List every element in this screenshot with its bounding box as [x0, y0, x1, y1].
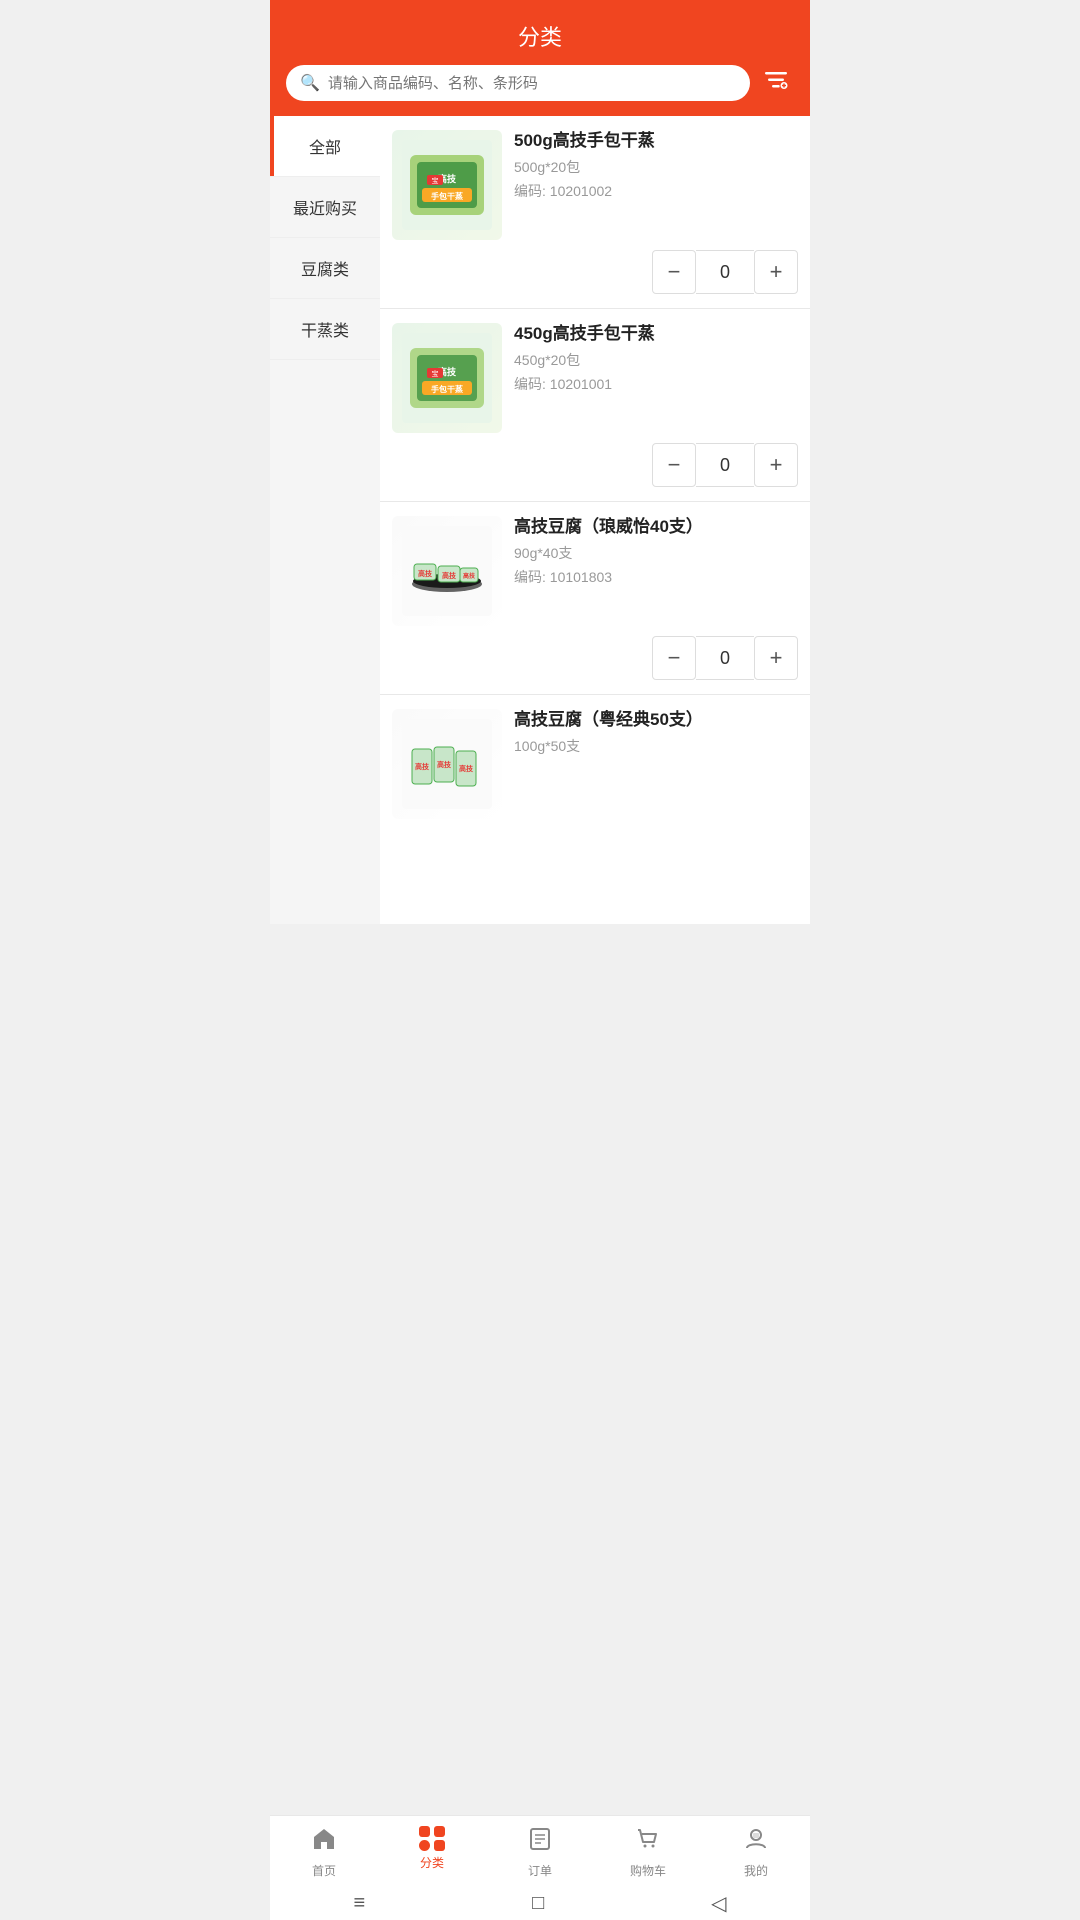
sidebar-item-recent[interactable]: 最近购买: [270, 177, 380, 238]
bottom-area: 首页 分类 订单: [270, 1815, 810, 1920]
qty-plus-button[interactable]: +: [754, 636, 798, 680]
filter-icon: [762, 66, 790, 94]
svg-text:宝: 宝: [432, 369, 439, 378]
nav-label-order: 订单: [528, 1862, 552, 1879]
product-name: 高技豆腐（琅威怡40支）: [514, 516, 798, 538]
qty-row: − 0 +: [392, 250, 798, 294]
filter-button[interactable]: [758, 62, 794, 104]
search-bar: 🔍: [286, 62, 794, 104]
product-image: 高技 手包干蒸 宝: [392, 130, 502, 240]
bottom-nav: 首页 分类 订单: [270, 1815, 810, 1885]
svg-text:高技: 高技: [418, 569, 433, 578]
category-icon: [419, 1826, 445, 1851]
nav-label-category: 分类: [420, 1854, 444, 1871]
product-item: 高技 手包干蒸 宝 500g高技手包干蒸 500g*20包 编码: 102010…: [380, 116, 810, 309]
product-image: 高技 手包干蒸 宝: [392, 323, 502, 433]
product-image: 高技 高技 高技: [392, 709, 502, 819]
product-code: 编码: 10201001: [514, 374, 798, 394]
system-back-button[interactable]: ◁: [711, 1891, 726, 1916]
sidebar-item-all[interactable]: 全部: [270, 116, 380, 177]
product-item: 高技 高技 高技 高技豆腐（琅威怡40支） 90g*40支 编码: 101018…: [380, 502, 810, 695]
svg-text:手包干蒸: 手包干蒸: [431, 191, 463, 201]
svg-text:高技: 高技: [442, 571, 457, 580]
qty-minus-button[interactable]: −: [652, 250, 696, 294]
qty-plus-button[interactable]: +: [754, 443, 798, 487]
nav-item-category[interactable]: 分类: [378, 1816, 486, 1885]
qty-row: − 0 +: [392, 636, 798, 680]
svg-text:宝: 宝: [432, 176, 439, 185]
qty-minus-button[interactable]: −: [652, 443, 696, 487]
product-image: 高技 高技 高技: [392, 516, 502, 626]
system-home-button[interactable]: □: [532, 1892, 544, 1915]
svg-text:高技: 高技: [415, 762, 430, 771]
search-input-wrap[interactable]: 🔍: [286, 65, 750, 101]
qty-row: − 0 +: [392, 443, 798, 487]
qty-plus-button[interactable]: +: [754, 250, 798, 294]
nav-item-order[interactable]: 订单: [486, 1816, 594, 1885]
product-list: 高技 手包干蒸 宝 500g高技手包干蒸 500g*20包 编码: 102010…: [380, 116, 810, 924]
product-spec: 500g*20包: [514, 157, 798, 177]
search-icon: 🔍: [300, 73, 320, 93]
svg-text:高技: 高技: [437, 760, 452, 769]
product-name: 高技豆腐（粤经典50支）: [514, 709, 798, 731]
product-item: 高技 手包干蒸 宝 450g高技手包干蒸 450g*20包 编码: 102010…: [380, 309, 810, 502]
nav-label-home: 首页: [312, 1862, 336, 1879]
sidebar-item-dry-steam[interactable]: 干蒸类: [270, 299, 380, 360]
product-item: 高技 高技 高技 高技豆腐（粤经典50支） 100g*50支: [380, 695, 810, 843]
svg-text:高技: 高技: [463, 572, 476, 580]
cart-icon: [635, 1826, 661, 1859]
mine-icon: [743, 1826, 769, 1859]
sidebar-item-tofu[interactable]: 豆腐类: [270, 238, 380, 299]
product-spec: 90g*40支: [514, 543, 798, 563]
search-input[interactable]: [328, 75, 736, 92]
system-nav: ≡ □ ◁: [270, 1885, 810, 1920]
system-menu-button[interactable]: ≡: [353, 1892, 365, 1915]
product-spec: 450g*20包: [514, 350, 798, 370]
product-name: 450g高技手包干蒸: [514, 323, 798, 345]
product-code: 编码: 10101803: [514, 567, 798, 587]
home-icon: [311, 1826, 337, 1859]
nav-item-cart[interactable]: 购物车: [594, 1816, 702, 1885]
nav-item-mine[interactable]: 我的: [702, 1816, 810, 1885]
order-icon: [527, 1826, 553, 1859]
nav-item-home[interactable]: 首页: [270, 1816, 378, 1885]
body-layout: 全部 最近购买 豆腐类 干蒸类: [270, 116, 810, 924]
qty-value: 0: [696, 636, 754, 680]
header: 分类 🔍: [270, 0, 810, 116]
product-spec: 100g*50支: [514, 736, 798, 756]
page-title: 分类: [286, 20, 794, 52]
qty-value: 0: [696, 443, 754, 487]
product-code: 编码: 10201002: [514, 181, 798, 201]
svg-text:手包干蒸: 手包干蒸: [431, 384, 463, 394]
nav-label-mine: 我的: [744, 1862, 768, 1879]
sidebar: 全部 最近购买 豆腐类 干蒸类: [270, 116, 380, 924]
nav-label-cart: 购物车: [630, 1862, 666, 1879]
qty-minus-button[interactable]: −: [652, 636, 696, 680]
product-name: 500g高技手包干蒸: [514, 130, 798, 152]
svg-text:高技: 高技: [459, 764, 474, 773]
qty-value: 0: [696, 250, 754, 294]
